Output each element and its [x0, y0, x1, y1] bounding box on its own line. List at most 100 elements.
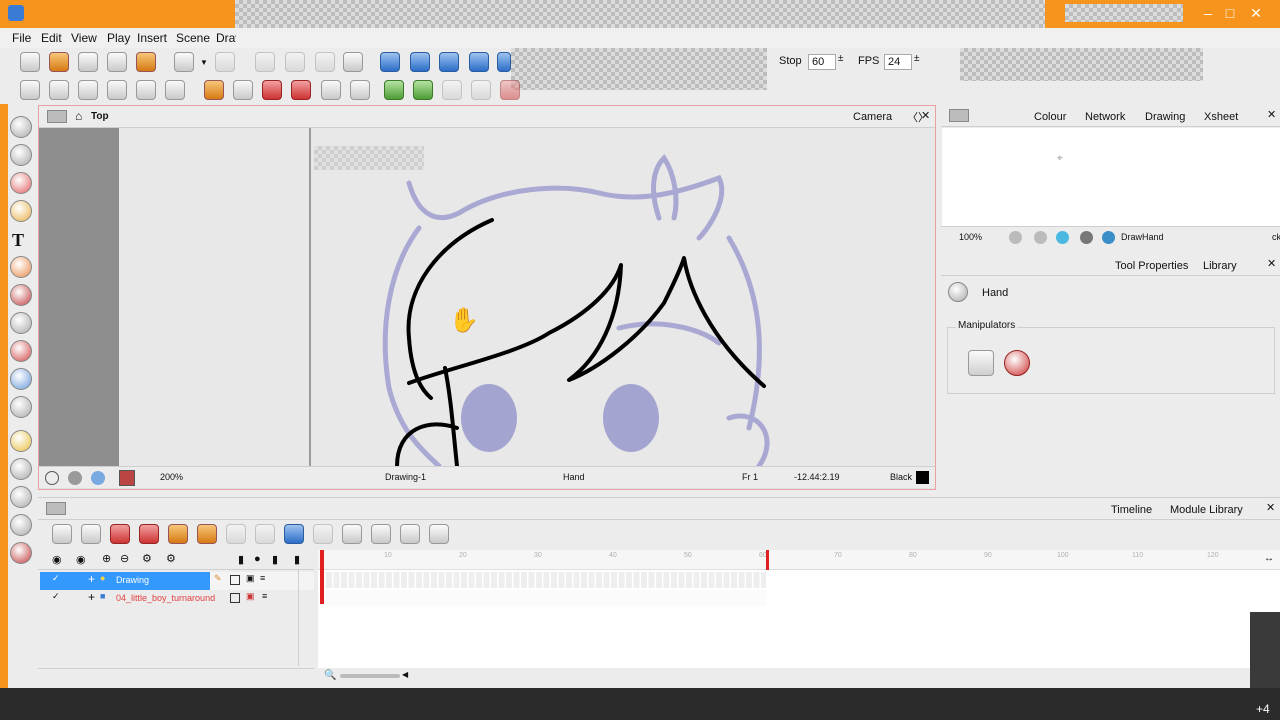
drawing-reset-icon[interactable]: [1009, 231, 1022, 244]
dropper-tool-icon[interactable]: [10, 340, 32, 362]
play-icon[interactable]: [380, 52, 400, 72]
bucket-tool-icon[interactable]: [10, 542, 32, 564]
drawing-light-icon[interactable]: [1056, 231, 1069, 244]
layer-color-box[interactable]: [230, 593, 240, 603]
panel-close-icon[interactable]: ✕: [1267, 108, 1276, 121]
save-as-icon[interactable]: [107, 52, 127, 72]
expand-icon[interactable]: [429, 524, 449, 544]
tab-camera[interactable]: Camera: [853, 111, 892, 123]
view-reset-icon[interactable]: [45, 471, 59, 485]
skew-icon[interactable]: [107, 80, 127, 100]
hide-all-icon[interactable]: ◉: [76, 553, 86, 566]
layer-expand-icon[interactable]: +: [88, 572, 95, 586]
timeline-cells-row-2[interactable]: [326, 590, 766, 606]
timeline-ruler[interactable]: 10 20 30 40 50 60 70 80 90 100 110 120 ↔: [318, 550, 1280, 570]
inverse-kinematics-icon[interactable]: [262, 80, 282, 100]
drawing-canvas[interactable]: ✋: [39, 128, 935, 466]
timeline-vscroll[interactable]: [1250, 612, 1280, 688]
redo-icon[interactable]: [215, 52, 235, 72]
drawing-view[interactable]: ⌖: [942, 128, 1280, 226]
pivot-tool-icon[interactable]: [10, 486, 32, 508]
timeline-cells-row-1[interactable]: [326, 572, 766, 588]
contour-editor-icon[interactable]: [10, 144, 32, 166]
zoom-level[interactable]: 200%: [160, 472, 183, 482]
manipulator-reset-button[interactable]: [1004, 350, 1030, 376]
undo-dropdown-icon[interactable]: ▼: [200, 58, 208, 67]
paint-tool-icon[interactable]: [10, 284, 32, 306]
tab-library[interactable]: Library: [1203, 260, 1237, 272]
timeline-frames-area[interactable]: 10 20 30 40 50 60 70 80 90 100 110 120 ↔: [318, 550, 1280, 668]
panel-menu-icon[interactable]: [949, 109, 969, 122]
new-icon[interactable]: [20, 52, 40, 72]
menu-view[interactable]: View: [71, 31, 97, 45]
tab-timeline[interactable]: Timeline: [1111, 504, 1152, 516]
current-color-swatch[interactable]: [916, 471, 929, 484]
camera-icon[interactable]: [343, 52, 363, 72]
zoom-tool-icon[interactable]: [10, 430, 32, 452]
layer-row-selected[interactable]: ✓ + ● Drawing: [40, 572, 210, 590]
manipulator-hand-button[interactable]: [968, 350, 994, 376]
layer-menu-icon[interactable]: ≡: [262, 591, 267, 601]
fps-field[interactable]: 24: [884, 54, 912, 70]
render-icon[interactable]: [91, 471, 105, 485]
light-table-icon[interactable]: [413, 80, 433, 100]
layer-lock-icon[interactable]: ▣: [246, 573, 255, 584]
tab-tool-properties[interactable]: Tool Properties: [1115, 260, 1188, 272]
mask-icon[interactable]: [119, 470, 135, 486]
layer-row[interactable]: ✓ + ■ 04_little_boy_turnaround ▣ ≡: [40, 590, 314, 608]
show-all-icon[interactable]: ◉: [52, 553, 62, 566]
layer-name[interactable]: 04_little_boy_turnaround: [116, 593, 215, 603]
transform-icon[interactable]: [20, 80, 40, 100]
select-tool-icon[interactable]: [10, 116, 32, 138]
layer-list-scrollbar[interactable]: [298, 570, 312, 666]
menu-insert[interactable]: Insert: [137, 31, 167, 45]
play-sound-icon[interactable]: [410, 52, 430, 72]
first-frame-icon[interactable]: [497, 52, 511, 72]
layer-color-box[interactable]: [230, 575, 240, 585]
tab-network[interactable]: Network: [1085, 111, 1125, 123]
grabber-tool-icon[interactable]: [10, 368, 32, 390]
paste-icon[interactable]: [315, 52, 335, 72]
save-icon[interactable]: [78, 52, 98, 72]
layer-menu-icon[interactable]: ≡: [260, 573, 265, 583]
enable-icon[interactable]: [371, 524, 391, 544]
motion-keyframe-icon[interactable]: [168, 524, 188, 544]
fps-stepper-icon[interactable]: ±: [914, 53, 920, 64]
add-drawing-layer-icon[interactable]: [52, 524, 72, 544]
panel-close-icon[interactable]: ✕: [1266, 501, 1275, 514]
loop-icon[interactable]: [439, 52, 459, 72]
panel-menu-icon[interactable]: [47, 110, 67, 123]
timeline-zoom-icon[interactable]: 🔍: [324, 670, 336, 681]
menu-edit[interactable]: Edit: [41, 31, 62, 45]
lock-icon[interactable]: [400, 524, 420, 544]
menu-file[interactable]: File: [12, 31, 31, 45]
end-marker-icon[interactable]: ↔: [1264, 553, 1274, 564]
mark-drawing-icon[interactable]: [471, 80, 491, 100]
frame-stop-icon[interactable]: ●: [254, 553, 261, 565]
layer-expand-icon[interactable]: +: [88, 590, 95, 604]
onion-skin-toggle-icon[interactable]: [342, 524, 362, 544]
remove-layer-icon[interactable]: ⊖: [120, 552, 129, 565]
layer-lock-icon[interactable]: ▣: [246, 591, 255, 602]
spline-tool-icon[interactable]: [10, 514, 32, 536]
bone-icon[interactable]: [204, 80, 224, 100]
stop-frame-field[interactable]: 60: [808, 54, 836, 70]
sound-icon[interactable]: [469, 52, 489, 72]
minimize-button[interactable]: –: [1196, 4, 1220, 22]
close-button[interactable]: ✕: [1244, 4, 1268, 22]
crop-tool-icon[interactable]: [10, 458, 32, 480]
maximize-button[interactable]: □: [1218, 4, 1242, 22]
panel-close-icon[interactable]: ✕: [1267, 257, 1276, 270]
frame-last-icon[interactable]: ▮: [272, 553, 278, 566]
ik-icon[interactable]: [233, 80, 253, 100]
tab-drawing[interactable]: Drawing: [1145, 111, 1185, 123]
copy-icon[interactable]: [285, 52, 305, 72]
view-settings-icon[interactable]: [68, 471, 82, 485]
rotate-icon[interactable]: [49, 80, 69, 100]
menu-scene[interactable]: Scene: [176, 31, 210, 45]
layer-edit-pencil-icon[interactable]: ✎: [214, 573, 222, 584]
timeline-scroll-arrow[interactable]: ◀: [402, 670, 408, 679]
ink-tool-icon[interactable]: [10, 312, 32, 334]
undo-icon[interactable]: [174, 52, 194, 72]
notification-badge[interactable]: +4: [1256, 702, 1270, 716]
